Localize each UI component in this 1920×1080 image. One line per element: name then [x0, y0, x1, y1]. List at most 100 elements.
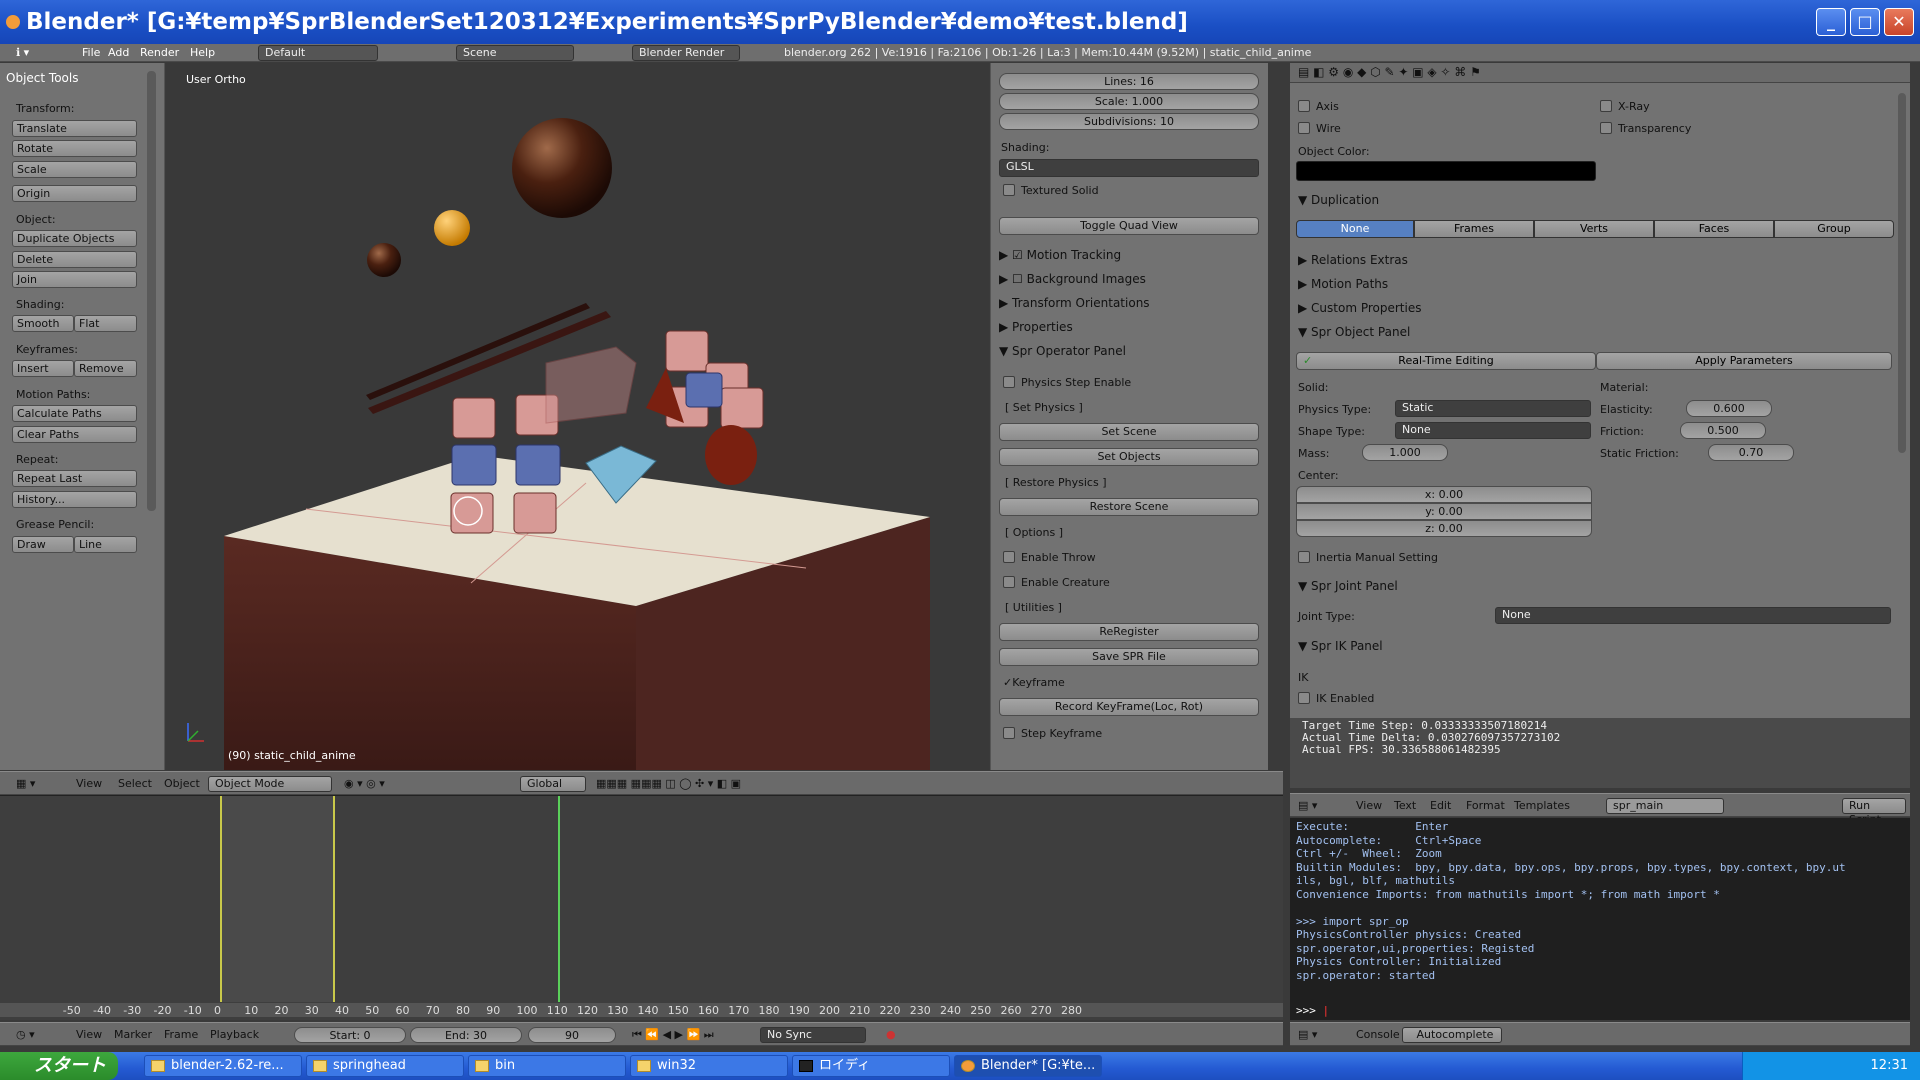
- enable-creature-checkbox[interactable]: [1003, 576, 1015, 588]
- record-icon[interactable]: ●: [886, 1028, 896, 1041]
- insert-keyframe-button[interactable]: Insert: [12, 360, 74, 377]
- draw-button[interactable]: Draw: [12, 536, 74, 553]
- task-blender[interactable]: Blender* [G:¥te...: [954, 1055, 1102, 1077]
- repeat-last-button[interactable]: Repeat Last: [12, 470, 137, 487]
- spr-joint-panel[interactable]: ▼ Spr Joint Panel: [1298, 579, 1398, 593]
- rotate-button[interactable]: Rotate: [12, 140, 137, 157]
- join-button[interactable]: Join: [12, 271, 137, 288]
- layout-selector[interactable]: Default: [258, 45, 378, 61]
- realtime-editing-toggle[interactable]: ✓ Real-Time Editing: [1296, 352, 1596, 370]
- record-keyframe-button[interactable]: Record KeyFrame(Loc, Rot): [999, 698, 1259, 716]
- duplication-panel[interactable]: ▼ Duplication: [1298, 193, 1379, 207]
- transform-orientations-panel[interactable]: ▶ Transform Orientations: [999, 296, 1150, 310]
- shape-type-dropdown[interactable]: None: [1395, 422, 1591, 439]
- minimize-button[interactable]: _: [1816, 8, 1846, 36]
- editor-type-icon[interactable]: ▦ ▾: [16, 777, 35, 790]
- scale-button[interactable]: Scale: [12, 161, 137, 178]
- history-button[interactable]: History...: [12, 491, 137, 508]
- center-z-field[interactable]: z: 0.00: [1296, 520, 1592, 537]
- apply-parameters-button[interactable]: Apply Parameters: [1596, 352, 1892, 370]
- end-marker[interactable]: [333, 796, 335, 1002]
- menu-text[interactable]: Text: [1394, 799, 1416, 812]
- task-bin[interactable]: bin: [468, 1055, 626, 1077]
- grid-subdivisions-field[interactable]: Subdivisions: 10: [999, 113, 1259, 130]
- set-objects-button[interactable]: Set Objects: [999, 448, 1259, 466]
- object-color-swatch[interactable]: [1296, 161, 1596, 181]
- properties-panel[interactable]: ▶ Properties: [999, 320, 1073, 334]
- task-console[interactable]: ロイディ: [792, 1055, 950, 1077]
- task-win32[interactable]: win32: [630, 1055, 788, 1077]
- playback-controls[interactable]: ⏮ ⏪ ◀ ▶ ⏩ ⏭: [632, 1028, 714, 1042]
- menu-select[interactable]: Select: [118, 777, 152, 790]
- dup-group-button[interactable]: Group: [1774, 220, 1894, 238]
- 3d-viewport[interactable]: User Ortho (90) static_child_anime: [166, 63, 989, 770]
- console-menu[interactable]: Console: [1356, 1028, 1400, 1041]
- sync-mode-selector[interactable]: No Sync: [760, 1027, 866, 1043]
- menu-help[interactable]: Help: [190, 46, 215, 59]
- motion-paths-panel[interactable]: ▶ Motion Paths: [1298, 277, 1388, 291]
- remove-keyframe-button[interactable]: Remove: [74, 360, 137, 377]
- spr-operator-panel[interactable]: ▼ Spr Operator Panel: [999, 344, 1126, 358]
- menu-file[interactable]: File: [82, 46, 100, 59]
- save-spr-file-button[interactable]: Save SPR File: [999, 648, 1259, 666]
- console-prompt[interactable]: >>> |: [1296, 1004, 1329, 1017]
- start-frame-field[interactable]: Start: 0: [294, 1027, 406, 1043]
- timeline[interactable]: -50 -40 -30 -20 -10 0 10 20 30 40 50 60 70 80 90 100 110…: [0, 795, 1283, 1020]
- context-tabs-icons[interactable]: ▤ ◧ ⚙ ◉ ◆ ⬡ ✎ ✦ ▣ ◈ ✧ ⌘ ⚑: [1298, 65, 1481, 79]
- restore-scene-button[interactable]: Restore Scene: [999, 498, 1259, 516]
- reregister-button[interactable]: ReRegister: [999, 623, 1259, 641]
- menu-add[interactable]: Add: [108, 46, 129, 59]
- tool-shelf-scrollbar[interactable]: [147, 71, 156, 511]
- calculate-paths-button[interactable]: Calculate Paths: [12, 405, 137, 422]
- dup-none-button[interactable]: None: [1296, 220, 1414, 238]
- center-y-field[interactable]: y: 0.00: [1296, 503, 1592, 520]
- end-frame-field[interactable]: End: 30: [410, 1027, 522, 1043]
- task-springhead[interactable]: springhead: [306, 1055, 464, 1077]
- xray-checkbox[interactable]: [1600, 100, 1612, 112]
- center-x-field[interactable]: x: 0.00: [1296, 486, 1592, 503]
- background-images-panel[interactable]: ▶ ☐ Background Images: [999, 272, 1146, 286]
- menu-templates[interactable]: Templates: [1514, 799, 1570, 812]
- transform-orientation-selector[interactable]: Global: [520, 776, 586, 792]
- ik-enabled-checkbox[interactable]: [1298, 692, 1310, 704]
- friction-field[interactable]: 0.500: [1680, 422, 1766, 439]
- delete-button[interactable]: Delete: [12, 251, 137, 268]
- current-frame-indicator[interactable]: [558, 796, 560, 1002]
- spr-object-panel[interactable]: ▼ Spr Object Panel: [1298, 325, 1410, 339]
- wire-checkbox[interactable]: [1298, 122, 1310, 134]
- render-engine-selector[interactable]: Blender Render: [632, 45, 740, 61]
- translate-button[interactable]: Translate: [12, 120, 137, 137]
- editor-type-icon[interactable]: ℹ ▾: [16, 46, 29, 59]
- close-button[interactable]: ✕: [1884, 8, 1914, 36]
- dup-faces-button[interactable]: Faces: [1654, 220, 1774, 238]
- task-blender-folder[interactable]: blender-2.62-re...: [144, 1055, 302, 1077]
- clock[interactable]: 12:31: [1871, 1058, 1908, 1073]
- dup-frames-button[interactable]: Frames: [1414, 220, 1534, 238]
- mass-field[interactable]: 1.000: [1362, 444, 1448, 461]
- smooth-button[interactable]: Smooth: [12, 315, 74, 332]
- grid-lines-field[interactable]: Lines: 16: [999, 73, 1259, 90]
- duplicate-objects-button[interactable]: Duplicate Objects: [12, 230, 137, 247]
- object-tools-title[interactable]: Object Tools: [6, 71, 78, 85]
- shading-mode-icon[interactable]: ◉ ▾ ◎ ▾: [344, 777, 385, 790]
- layer-buttons[interactable]: ▦▦▦ ▦▦▦ ◫ ◯ ✣ ▾ ◧ ▣: [596, 777, 741, 790]
- elasticity-field[interactable]: 0.600: [1686, 400, 1772, 417]
- menu-view[interactable]: View: [1356, 799, 1382, 812]
- menu-view[interactable]: View: [76, 1028, 102, 1041]
- custom-properties-panel[interactable]: ▶ Custom Properties: [1298, 301, 1421, 315]
- current-frame-field[interactable]: 90: [528, 1027, 616, 1043]
- mode-selector[interactable]: Object Mode: [208, 776, 332, 792]
- menu-object[interactable]: Object: [164, 777, 200, 790]
- maximize-button[interactable]: □: [1850, 8, 1880, 36]
- autocomplete-button[interactable]: Autocomplete: [1402, 1027, 1502, 1043]
- clear-paths-button[interactable]: Clear Paths: [12, 426, 137, 443]
- static-friction-field[interactable]: 0.70: [1708, 444, 1794, 461]
- origin-button[interactable]: Origin: [12, 185, 137, 202]
- menu-render[interactable]: Render: [140, 46, 179, 59]
- editor-type-icon[interactable]: ◷ ▾: [16, 1028, 35, 1041]
- editor-type-icon[interactable]: ▤ ▾: [1298, 799, 1317, 812]
- menu-frame[interactable]: Frame: [164, 1028, 198, 1041]
- set-scene-button[interactable]: Set Scene: [999, 423, 1259, 441]
- flat-button[interactable]: Flat: [74, 315, 137, 332]
- dup-verts-button[interactable]: Verts: [1534, 220, 1654, 238]
